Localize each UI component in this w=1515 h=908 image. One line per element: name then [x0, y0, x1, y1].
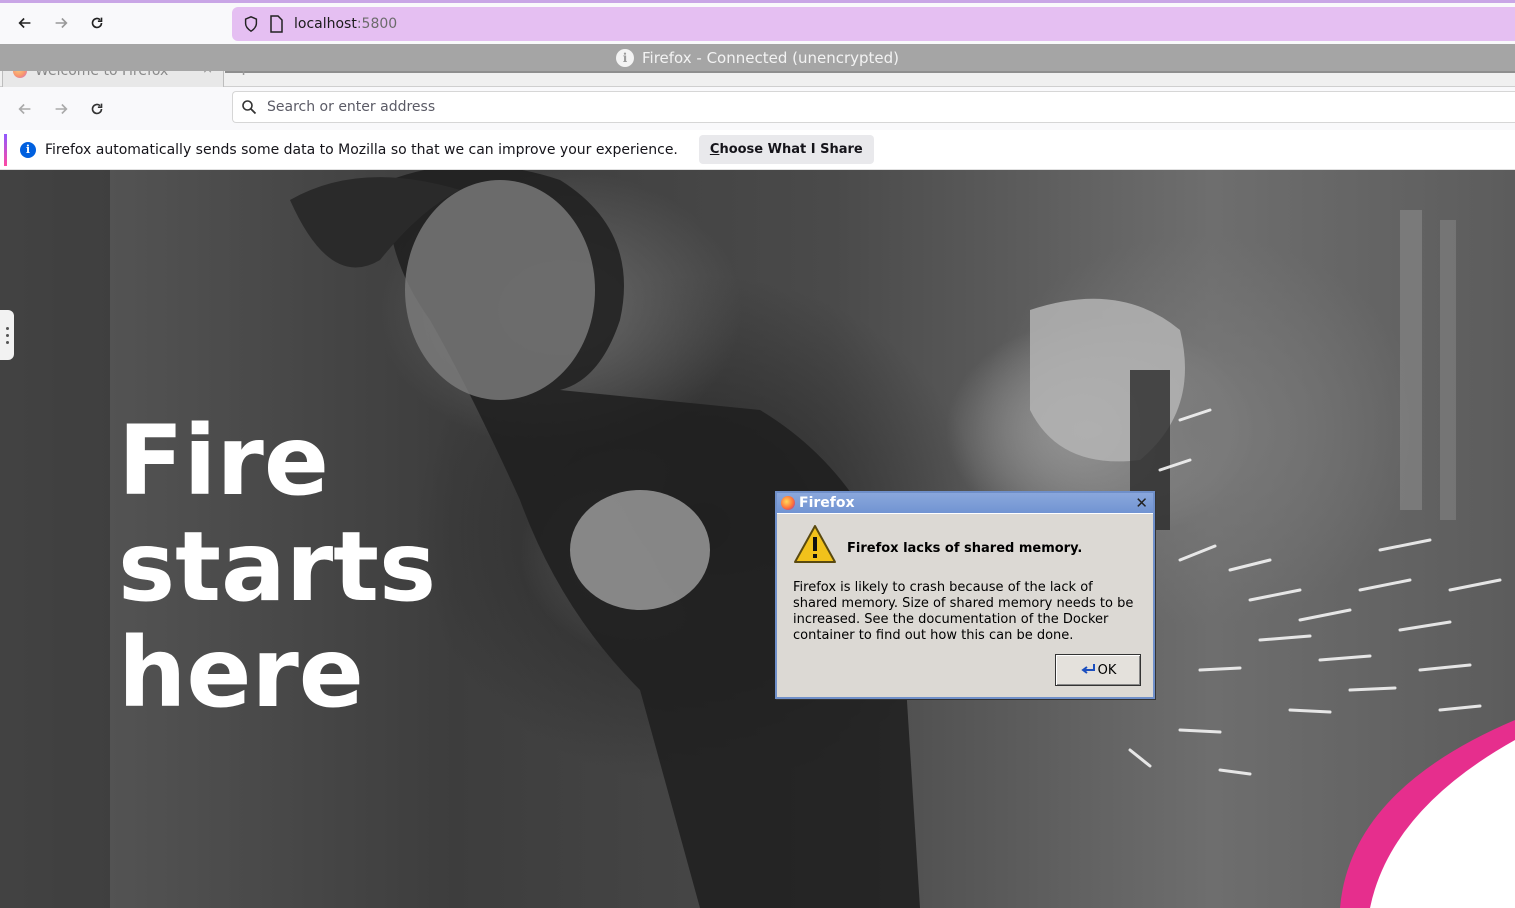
dialog-body: Firefox lacks of shared memory. Firefox …	[777, 513, 1153, 697]
page-info-icon[interactable]	[268, 15, 284, 33]
notification-accent	[4, 134, 7, 166]
remote-desktop: Welcome to Firefox × + i Firefox - Conne…	[0, 44, 1515, 908]
button-accesskey: C	[709, 142, 720, 157]
info-icon: i	[20, 141, 36, 158]
back-arrow-icon	[18, 17, 31, 29]
address-placeholder: Search or enter address	[267, 99, 436, 115]
back-button[interactable]	[11, 9, 39, 37]
url-port: :5800	[356, 16, 398, 32]
shared-memory-dialog: Firefox ✕ Firefox lacks of shared memory…	[775, 491, 1155, 699]
firefox-logo-icon	[781, 496, 795, 510]
shield-icon[interactable]	[242, 15, 260, 33]
dialog-heading: Firefox lacks of shared memory.	[847, 541, 1083, 556]
reload-icon	[91, 103, 103, 115]
notification-message: Firefox automatically sends some data to…	[45, 141, 678, 158]
firefox-swoosh-graphic	[1340, 720, 1515, 908]
inner-back-button[interactable]	[11, 95, 39, 123]
hero-title: Fire starts here	[118, 405, 437, 729]
inner-reload-button[interactable]	[83, 95, 111, 123]
back-arrow-icon	[18, 103, 31, 115]
enter-arrow-icon	[1080, 664, 1095, 674]
reload-icon	[91, 17, 103, 29]
sidebar-drag-handle[interactable]	[0, 310, 14, 360]
inner-nav-toolbar: Search or enter address	[0, 87, 1515, 130]
forward-button[interactable]	[47, 9, 75, 37]
forward-arrow-icon	[55, 17, 68, 29]
remote-window-titlebar: i Firefox - Connected (unencrypted)	[0, 44, 1515, 71]
data-collection-notification: i Firefox automatically sends some data …	[0, 130, 1515, 170]
hero-image: Fire starts here	[0, 170, 1515, 908]
inner-forward-button[interactable]	[47, 95, 75, 123]
warning-icon	[794, 525, 836, 563]
dialog-title: Firefox	[799, 495, 855, 511]
tabstrip-divider	[225, 71, 1515, 73]
url-host: localhost	[294, 16, 357, 32]
inner-address-bar[interactable]: Search or enter address	[232, 91, 1515, 123]
outer-browser-toolbar: localhost:5800	[0, 0, 1515, 44]
info-icon: i	[615, 48, 634, 67]
dialog-message: Firefox is likely to crash because of th…	[793, 580, 1134, 643]
search-icon	[242, 100, 257, 115]
forward-arrow-icon	[55, 103, 68, 115]
reload-button[interactable]	[83, 9, 111, 37]
outer-address-bar[interactable]: localhost:5800	[232, 7, 1515, 41]
ok-button-label: OK	[1097, 662, 1117, 678]
button-label: hoose What I Share	[719, 142, 863, 157]
remote-window-title: Firefox - Connected (unencrypted)	[641, 48, 900, 67]
ok-button[interactable]: OK	[1055, 654, 1141, 686]
choose-what-i-share-button[interactable]: Choose What I Share	[698, 135, 874, 164]
dialog-close-icon[interactable]: ✕	[1135, 493, 1148, 513]
outer-url-text: localhost:5800	[294, 16, 397, 32]
dialog-titlebar[interactable]: Firefox ✕	[777, 493, 1153, 513]
